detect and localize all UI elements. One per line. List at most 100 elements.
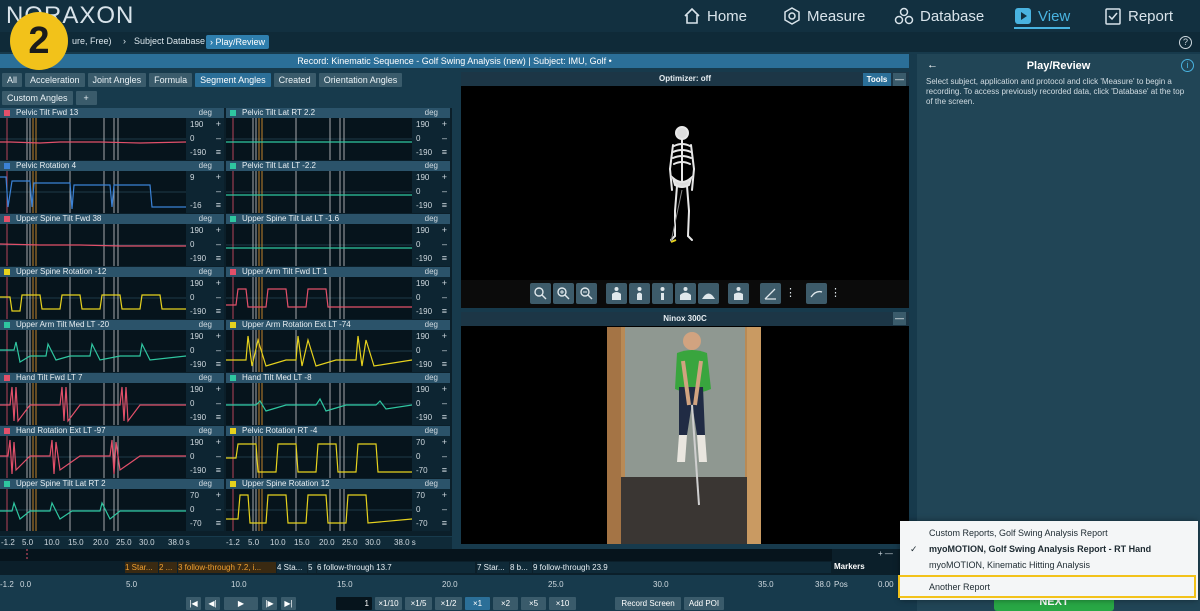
tab-created[interactable]: Created bbox=[273, 73, 316, 87]
speed-1-10-button[interactable]: ×1/10 bbox=[375, 597, 402, 610]
speed-10-button[interactable]: ×10 bbox=[549, 597, 576, 610]
scale-minus-button[interactable]: – bbox=[442, 186, 447, 196]
plot-cell[interactable]: Upper Spine Rotation 12 deg 70 0 -70 + –… bbox=[226, 479, 450, 531]
scale-menu-button[interactable]: ≡ bbox=[216, 518, 221, 528]
zoom-out-button[interactable] bbox=[576, 283, 597, 304]
scale-minus-button[interactable]: – bbox=[216, 345, 221, 355]
speed-5-button[interactable]: ×5 bbox=[521, 597, 546, 610]
frame-input[interactable]: 1 bbox=[336, 597, 372, 610]
info-icon[interactable]: i bbox=[1181, 59, 1194, 72]
plot-cell[interactable]: Pelvic Rotation RT -4 deg 70 0 -70 + – ≡ bbox=[226, 426, 450, 478]
dropdown-item-kinematic-hitting[interactable]: myoMOTION, Kinematic Hitting Analysis bbox=[929, 560, 1090, 570]
scale-menu-button[interactable]: ≡ bbox=[216, 306, 221, 316]
scale-plus-button[interactable]: + bbox=[216, 490, 221, 500]
timeline-zoom-buttons[interactable]: + — bbox=[878, 549, 893, 558]
marker-segment[interactable]: 3 follow-through 7.2, i... bbox=[178, 562, 276, 573]
scale-menu-button[interactable]: ≡ bbox=[442, 147, 447, 157]
angle-tool-button[interactable] bbox=[760, 283, 781, 304]
tab-custom-angles[interactable]: Custom Angles bbox=[2, 91, 73, 105]
scale-minus-button[interactable]: – bbox=[216, 398, 221, 408]
view-avatar-button[interactable] bbox=[728, 283, 749, 304]
marker-segment[interactable]: 1 Star... bbox=[125, 562, 158, 573]
scale-menu-button[interactable]: ≡ bbox=[216, 412, 221, 422]
nav-view[interactable]: View bbox=[1014, 0, 1071, 32]
speed-2-button[interactable]: ×2 bbox=[493, 597, 518, 610]
scale-minus-button[interactable]: – bbox=[216, 239, 221, 249]
marker-segment[interactable]: 9 follow-through 23.9 bbox=[533, 562, 831, 573]
scale-minus-button[interactable]: – bbox=[442, 239, 447, 249]
scale-menu-button[interactable]: ≡ bbox=[216, 147, 221, 157]
view-side-button[interactable] bbox=[629, 283, 650, 304]
plot-cell[interactable]: Upper Spine Tilt Fwd 38 deg 190 0 -190 +… bbox=[0, 214, 224, 266]
dropdown-item-custom-golf-report[interactable]: Custom Reports, Golf Swing Analysis Repo… bbox=[929, 528, 1108, 538]
scale-menu-button[interactable]: ≡ bbox=[216, 253, 221, 263]
skeleton-viewer[interactable] bbox=[461, 86, 909, 280]
scale-plus-button[interactable]: + bbox=[216, 172, 221, 182]
trajectory-more-icon[interactable]: ⋮ bbox=[830, 286, 841, 299]
scale-menu-button[interactable]: ≡ bbox=[442, 200, 447, 210]
camera-collapse-button[interactable]: — bbox=[893, 312, 906, 325]
scale-menu-button[interactable]: ≡ bbox=[442, 518, 447, 528]
plot-cell[interactable]: Upper Arm Tilt Med LT -20 deg 190 0 -190… bbox=[0, 320, 224, 372]
scale-plus-button[interactable]: + bbox=[442, 278, 447, 288]
record-screen-button[interactable]: Record Screen bbox=[615, 597, 681, 610]
scale-plus-button[interactable]: + bbox=[442, 119, 447, 129]
skip-start-button[interactable]: |◀ bbox=[186, 597, 201, 610]
scale-plus-button[interactable]: + bbox=[442, 172, 447, 182]
nav-database[interactable]: Database bbox=[894, 0, 984, 32]
view-top-button[interactable] bbox=[675, 283, 696, 304]
scale-plus-button[interactable]: + bbox=[216, 225, 221, 235]
add-poi-button[interactable]: Add POI bbox=[684, 597, 724, 610]
speed-1-button[interactable]: ×1 bbox=[465, 597, 490, 610]
dropdown-item-golf-rt-hand[interactable]: myoMOTION, Golf Swing Analysis Report - … bbox=[929, 544, 1151, 554]
marker-segment[interactable]: 8 b... bbox=[510, 562, 532, 573]
scale-plus-button[interactable]: + bbox=[216, 437, 221, 447]
speed-1-5-button[interactable]: ×1/5 bbox=[405, 597, 432, 610]
step-forward-button[interactable]: |▶ bbox=[262, 597, 277, 610]
tab-formula[interactable]: Formula bbox=[149, 73, 193, 87]
scale-minus-button[interactable]: – bbox=[442, 133, 447, 143]
plot-cell[interactable]: Upper Arm Tilt Fwd LT 1 deg 190 0 -190 +… bbox=[226, 267, 450, 319]
scale-menu-button[interactable]: ≡ bbox=[442, 412, 447, 422]
plot-cell[interactable]: Pelvic Tilt Lat RT 2.2 deg 190 0 -190 + … bbox=[226, 108, 450, 160]
view-floor-button[interactable] bbox=[698, 283, 719, 304]
plot-cell[interactable]: Hand Tilt Med LT -8 deg 190 0 -190 + – ≡ bbox=[226, 373, 450, 425]
marker-segment[interactable]: 6 follow-through 13.7 bbox=[317, 562, 475, 573]
play-button[interactable]: ▶ bbox=[224, 597, 258, 610]
scale-minus-button[interactable]: – bbox=[442, 398, 447, 408]
marker-segment[interactable]: 7 Star... bbox=[477, 562, 509, 573]
tab-segment-angles[interactable]: Segment Angles bbox=[195, 73, 271, 87]
tab-orientation-angles[interactable]: Orientation Angles bbox=[318, 73, 403, 87]
tab-joint-angles[interactable]: Joint Angles bbox=[87, 73, 147, 87]
plot-cell[interactable]: Upper Spine Tilt Lat LT -1.6 deg 190 0 -… bbox=[226, 214, 450, 266]
zoom-in-button[interactable] bbox=[553, 283, 574, 304]
plot-cell[interactable]: Hand Tilt Fwd LT 7 deg 190 0 -190 + – ≡ bbox=[0, 373, 224, 425]
scale-plus-button[interactable]: + bbox=[442, 437, 447, 447]
scale-minus-button[interactable]: – bbox=[216, 186, 221, 196]
plot-cell[interactable]: Upper Arm Rotation Ext LT -74 deg 190 0 … bbox=[226, 320, 450, 372]
angle-more-icon[interactable]: ⋮ bbox=[785, 286, 796, 299]
breadcrumb-item-protocol[interactable]: ure, Free) bbox=[72, 36, 112, 46]
plot-cell[interactable]: Pelvic Rotation 4 deg 9 -16 + – ≡ bbox=[0, 161, 224, 213]
plot-cell[interactable]: Upper Spine Rotation -12 deg 190 0 -190 … bbox=[0, 267, 224, 319]
nav-report[interactable]: Report bbox=[1104, 0, 1173, 32]
plot-cell[interactable]: Hand Rotation Ext LT -97 deg 190 0 -190 … bbox=[0, 426, 224, 478]
scale-minus-button[interactable]: – bbox=[442, 345, 447, 355]
dropdown-item-another-report-highlight[interactable]: Another Report bbox=[898, 575, 1196, 598]
scale-plus-button[interactable]: + bbox=[442, 225, 447, 235]
nav-home[interactable]: Home bbox=[683, 0, 747, 32]
scale-menu-button[interactable]: ≡ bbox=[216, 465, 221, 475]
view-front-button[interactable] bbox=[606, 283, 627, 304]
plot-cell[interactable]: Upper Spine Tilt Lat RT 2 deg 70 0 -70 +… bbox=[0, 479, 224, 531]
tools-button[interactable]: Tools bbox=[863, 73, 891, 86]
step-back-button[interactable]: ◀| bbox=[205, 597, 220, 610]
marker-segment[interactable]: 5 bbox=[308, 562, 316, 573]
scale-plus-button[interactable]: + bbox=[442, 331, 447, 341]
scale-plus-button[interactable]: + bbox=[442, 490, 447, 500]
plot-cell[interactable]: Pelvic Tilt Fwd 13 deg 190 0 -190 + – ≡ bbox=[0, 108, 224, 160]
scale-plus-button[interactable]: + bbox=[216, 331, 221, 341]
speed-1-2-button[interactable]: ×1/2 bbox=[435, 597, 462, 610]
scale-menu-button[interactable]: ≡ bbox=[216, 359, 221, 369]
scale-plus-button[interactable]: + bbox=[442, 384, 447, 394]
scale-minus-button[interactable]: – bbox=[442, 292, 447, 302]
